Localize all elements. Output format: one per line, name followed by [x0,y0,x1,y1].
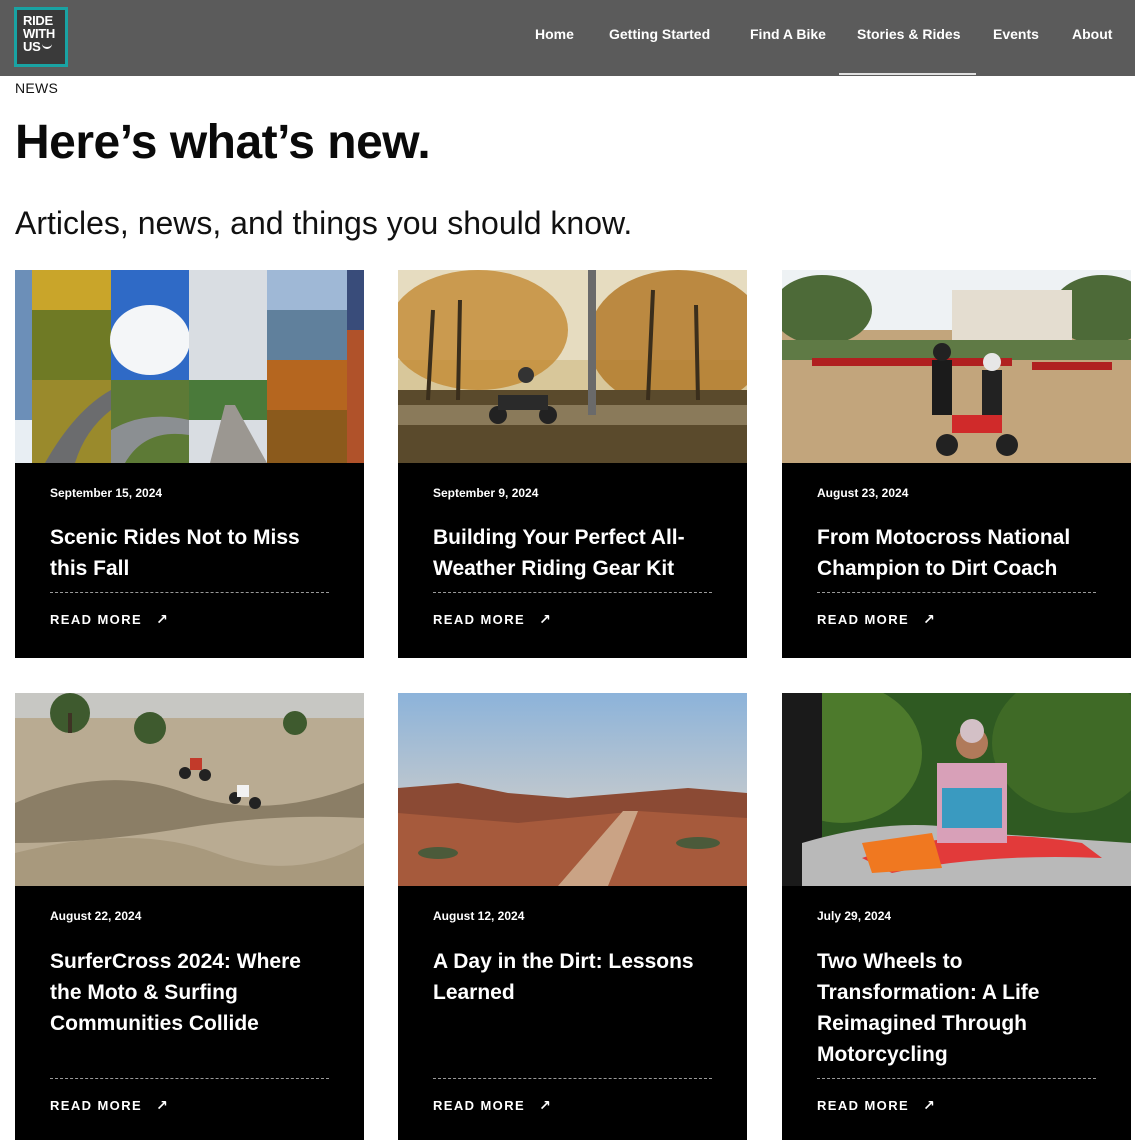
page-subtitle: Articles, news, and things you should kn… [15,205,633,241]
card-divider [817,592,1096,593]
nav-getting-started[interactable]: Getting Started [609,26,710,48]
nav-stories-rides[interactable]: Stories & Rides [857,26,960,48]
nav-about[interactable]: About [1072,26,1112,48]
rider-autumn-trees-image [398,270,747,463]
article-card[interactable]: September 15, 2024 Scenic Rides Not to M… [15,270,364,658]
rider-with-bike-image [782,693,1131,886]
nav-events[interactable]: Events [993,26,1039,48]
top-navigation-bar: RIDE WITH US Home Getting Started Find A… [0,0,1135,76]
read-more-link[interactable]: READ MORE ↗ [50,611,168,628]
article-date: July 29, 2024 [817,909,892,923]
card-divider [433,1078,712,1079]
page-title: Here’s what’s new. [15,116,431,169]
arrow-up-right-icon: ↗ [156,1097,168,1113]
article-card[interactable]: September 9, 2024 Building Your Perfect … [398,270,747,658]
nav-home[interactable]: Home [535,26,574,48]
section-eyebrow: NEWS [15,80,59,96]
article-title[interactable]: Scenic Rides Not to Miss this Fall [50,522,335,584]
nav-active-indicator [839,73,976,75]
dirt-coach-kids-image [782,270,1131,463]
article-date: August 12, 2024 [433,909,525,923]
motocross-track-image [15,693,364,886]
card-divider [50,592,329,593]
red-desert-trail-image [398,693,747,886]
arrow-up-right-icon: ↗ [156,611,168,627]
read-more-link[interactable]: READ MORE ↗ [817,1097,935,1114]
article-card[interactable]: August 12, 2024 A Day in the Dirt: Lesso… [398,693,747,1140]
article-date: August 22, 2024 [50,909,142,923]
article-title[interactable]: SurferCross 2024: Where the Moto & Surfi… [50,946,335,1039]
arrow-up-right-icon: ↗ [923,611,935,627]
read-more-link[interactable]: READ MORE ↗ [817,611,935,628]
article-card[interactable]: August 22, 2024 SurferCross 2024: Where … [15,693,364,1140]
read-more-link[interactable]: READ MORE ↗ [433,611,551,628]
ride-with-us-logo[interactable]: RIDE WITH US [14,7,68,67]
card-divider [817,1078,1096,1079]
card-divider [50,1078,329,1079]
arrow-up-right-icon: ↗ [539,1097,551,1113]
article-title[interactable]: Building Your Perfect All-Weather Riding… [433,522,718,584]
article-card[interactable]: July 29, 2024 Two Wheels to Transformati… [782,693,1131,1140]
article-title[interactable]: From Motocross National Champion to Dirt… [817,522,1102,584]
smile-icon [42,44,53,49]
nav-find-a-bike[interactable]: Find A Bike [750,26,826,48]
read-more-link[interactable]: READ MORE ↗ [433,1097,551,1114]
article-card[interactable]: August 23, 2024 From Motocross National … [782,270,1131,658]
arrow-up-right-icon: ↗ [923,1097,935,1113]
arrow-up-right-icon: ↗ [539,611,551,627]
article-date: August 23, 2024 [817,486,909,500]
article-date: September 15, 2024 [50,486,163,500]
logo-line-3: US [23,40,65,53]
article-title[interactable]: A Day in the Dirt: Lessons Learned [433,946,718,1008]
autumn-road-collage-image [15,270,364,463]
article-date: September 9, 2024 [433,486,539,500]
card-divider [433,592,712,593]
article-title[interactable]: Two Wheels to Transformation: A Life Rei… [817,946,1102,1070]
read-more-link[interactable]: READ MORE ↗ [50,1097,168,1114]
